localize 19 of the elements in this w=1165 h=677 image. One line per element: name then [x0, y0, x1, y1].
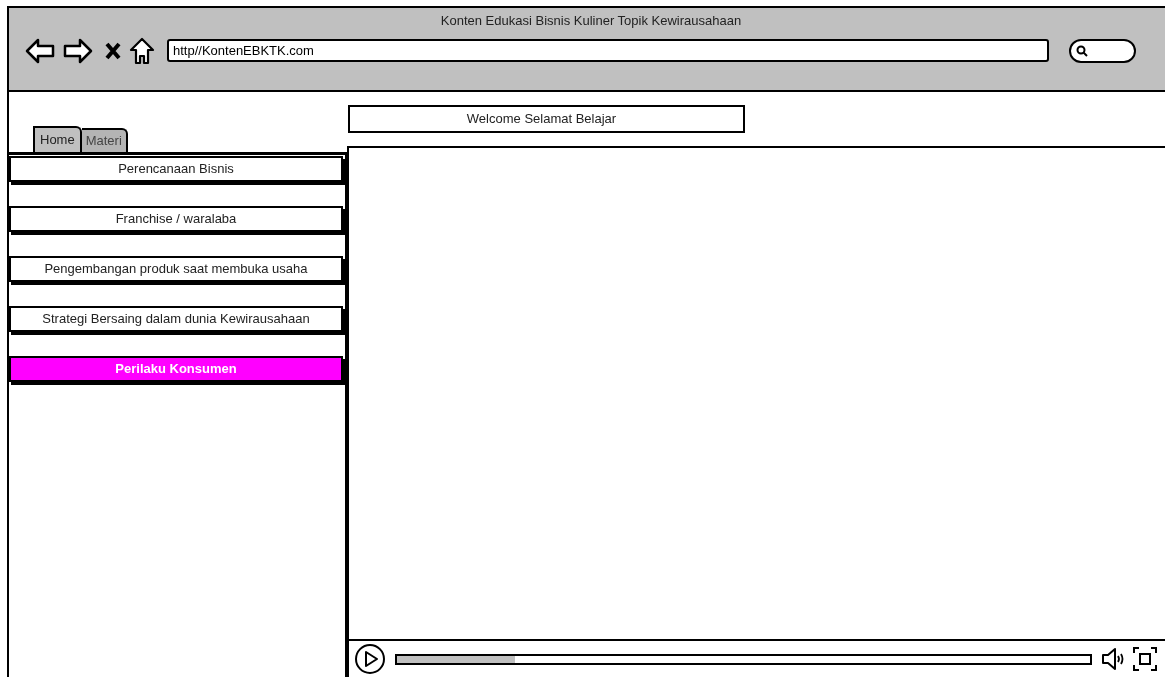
search-icon [1076, 44, 1088, 57]
forward-icon[interactable] [63, 37, 93, 64]
menu-item[interactable]: Pengembangan produk saat membuka usaha [9, 256, 343, 282]
welcome-banner: Welcome Selamat Belajar [348, 105, 745, 133]
close-icon[interactable] [105, 41, 121, 60]
tab[interactable]: Home [33, 126, 82, 152]
back-icon[interactable] [25, 37, 55, 64]
tab[interactable]: Materi [81, 128, 128, 152]
menu-item[interactable]: Franchise / waralaba [9, 206, 343, 232]
play-icon[interactable] [354, 643, 386, 675]
menu-item[interactable]: Strategi Bersaing dalam dunia Kewirausahaan [9, 306, 343, 332]
progress-track[interactable] [395, 653, 1092, 665]
home-icon[interactable] [129, 36, 155, 65]
menu-item[interactable]: Perencanaan Bisnis [9, 156, 343, 182]
volume-icon[interactable] [1100, 646, 1126, 672]
search-field[interactable] [1069, 38, 1136, 63]
address-field[interactable]: http//KontenEBKTK.com [167, 39, 1049, 62]
window-title: Konten Edukasi Bisnis Kuliner Topik Kewirausahaan [440, 12, 742, 30]
fullscreen-icon[interactable] [1132, 646, 1158, 672]
